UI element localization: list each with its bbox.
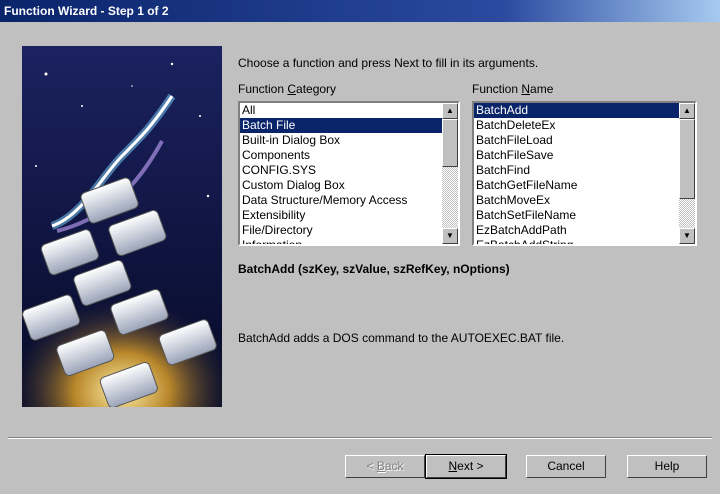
cancel-button[interactable]: Cancel [526, 455, 606, 478]
function-list: BatchAdd BatchDeleteEx BatchFileLoad BatchF… [474, 103, 679, 244]
category-label: Function Category [238, 82, 337, 96]
function-list-item[interactable]: EzBatchAddString [474, 238, 679, 244]
function-list-item[interactable]: BatchAdd [474, 103, 679, 118]
window-title: Function Wizard - Step 1 of 2 [4, 4, 169, 18]
back-button[interactable]: < Back [345, 455, 425, 478]
category-scrollbar[interactable]: ▲ ▼ [442, 103, 458, 244]
category-list-item[interactable]: Extensibility [240, 208, 442, 223]
function-signature: BatchAdd (szKey, szValue, szRefKey, nOpt… [238, 262, 510, 276]
scroll-up-arrow-icon[interactable]: ▲ [679, 103, 695, 119]
category-list-item[interactable]: File/Directory [240, 223, 442, 238]
category-listbox[interactable]: All Batch File Built-in Dialog Box Componen… [238, 101, 460, 246]
category-list-item[interactable]: Batch File [240, 118, 442, 133]
function-list-item[interactable]: EzBatchAddPath [474, 223, 679, 238]
function-list-item[interactable]: BatchMoveEx [474, 193, 679, 208]
scroll-thumb[interactable] [442, 119, 458, 167]
function-label: Function Name [472, 82, 554, 96]
scroll-down-arrow-icon[interactable]: ▼ [679, 228, 695, 244]
function-list-item[interactable]: BatchFileLoad [474, 133, 679, 148]
function-list-item[interactable]: BatchFileSave [474, 148, 679, 163]
keyboard-illustration [22, 46, 222, 407]
scroll-thumb[interactable] [679, 119, 695, 199]
category-list-item[interactable]: Data Structure/Memory Access [240, 193, 442, 208]
wizard-illustration [22, 46, 222, 407]
scroll-up-arrow-icon[interactable]: ▲ [442, 103, 458, 119]
title-bar: Function Wizard - Step 1 of 2 [0, 0, 720, 22]
category-list-item[interactable]: All [240, 103, 442, 118]
function-list-item[interactable]: BatchDeleteEx [474, 118, 679, 133]
function-list-item[interactable]: BatchGetFileName [474, 178, 679, 193]
function-listbox[interactable]: BatchAdd BatchDeleteEx BatchFileLoad BatchF… [472, 101, 697, 246]
scroll-down-arrow-icon[interactable]: ▼ [442, 228, 458, 244]
divider [8, 437, 712, 439]
category-list-item[interactable]: Built-in Dialog Box [240, 133, 442, 148]
category-list-item[interactable]: CONFIG.SYS [240, 163, 442, 178]
category-list: All Batch File Built-in Dialog Box Componen… [240, 103, 442, 244]
function-wizard-window: Function Wizard - Step 1 of 2 Choose a f… [0, 0, 720, 494]
help-button[interactable]: Help [627, 455, 707, 478]
instructions-text: Choose a function and press Next to fill… [238, 56, 539, 70]
category-list-item[interactable]: Custom Dialog Box [240, 178, 442, 193]
function-scrollbar[interactable]: ▲ ▼ [679, 103, 695, 244]
next-button[interactable]: Next > [425, 454, 507, 479]
category-list-item[interactable]: Components [240, 148, 442, 163]
function-description: BatchAdd adds a DOS command to the AUTOE… [238, 331, 565, 345]
function-list-item[interactable]: BatchFind [474, 163, 679, 178]
function-list-item[interactable]: BatchSetFileName [474, 208, 679, 223]
category-list-item[interactable]: Information [240, 238, 442, 244]
